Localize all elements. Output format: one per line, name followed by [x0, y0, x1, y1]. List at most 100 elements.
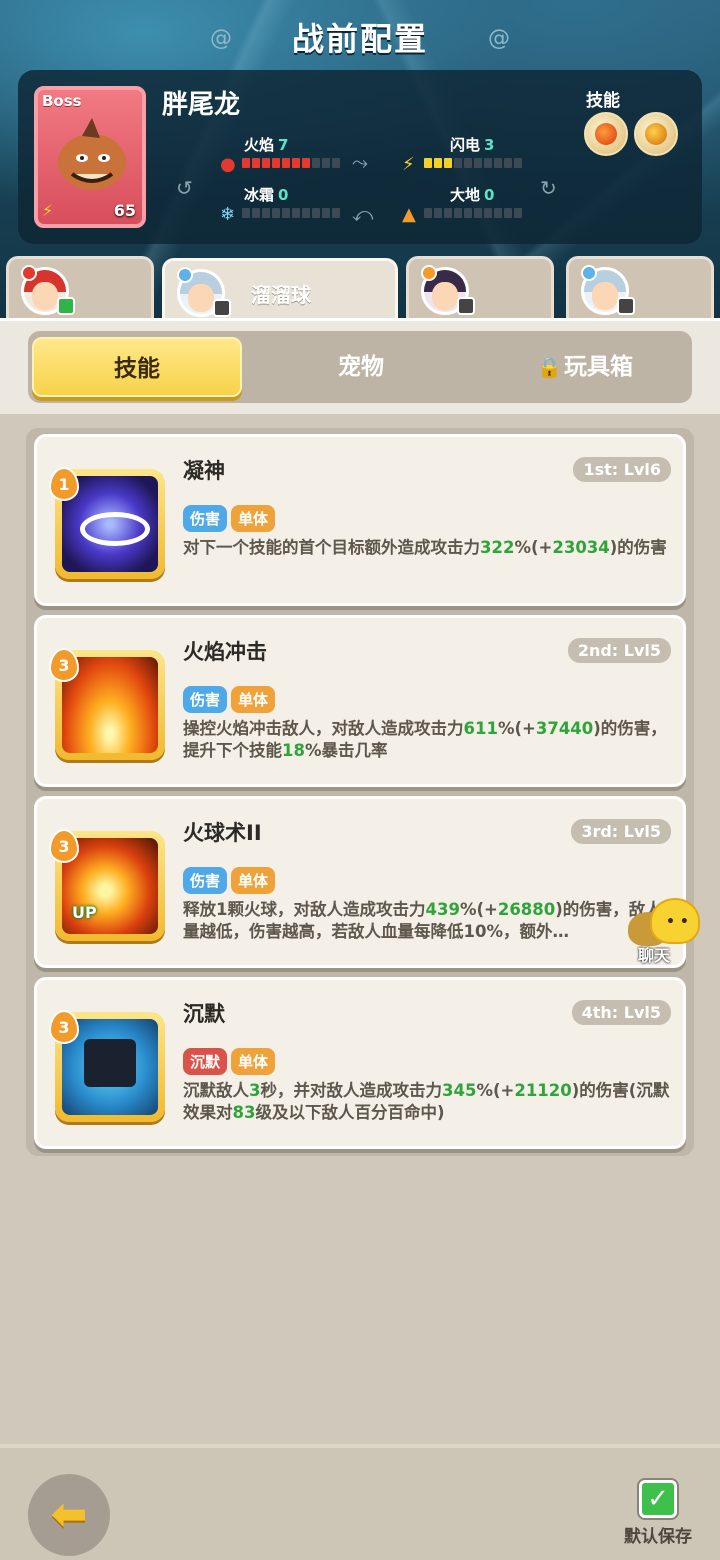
character-tab-1[interactable]	[6, 256, 154, 322]
tag-damage: 伤害	[183, 867, 228, 894]
skill-card[interactable]: 3 沉默 4th: Lvl5 沉默 单体 沉默敌人3秒，并对敌人造成攻击力345…	[34, 977, 686, 1149]
stat-fire: 火焰 7 ●	[220, 134, 350, 175]
stat-bar-segment	[292, 158, 300, 168]
fire-skill-icon[interactable]	[584, 112, 628, 156]
tag-single-target: 单体	[231, 1048, 276, 1075]
tag-damage: 伤害	[183, 686, 228, 713]
skill-order-badge: 3	[49, 1010, 79, 1044]
back-arrow-icon: ⬅	[50, 1489, 88, 1540]
boss-tag: Boss	[42, 92, 82, 110]
skill-order-badge: 3	[49, 648, 79, 682]
stat-bar-segment	[444, 158, 452, 168]
stat-bar-segment	[424, 158, 432, 168]
skills-label: 技能	[586, 91, 620, 111]
boss-portrait[interactable]: Boss ⚡ 65	[34, 86, 146, 228]
element-badge-icon	[21, 265, 37, 281]
stat-frost: 冰霜 0 ❄	[220, 184, 350, 225]
checkbox-checked-icon[interactable]: ✓	[639, 1480, 677, 1518]
boss-level: 65	[113, 201, 136, 220]
tag-single-target: 单体	[231, 505, 276, 532]
tab-pets[interactable]: 宠物	[256, 337, 466, 397]
stat-bar-segment	[444, 208, 452, 218]
tab-toybox[interactable]: 🔒玩具箱	[480, 337, 690, 397]
tab-skills[interactable]: 技能	[32, 337, 242, 397]
skill-order-badge: 3	[49, 829, 79, 863]
stat-bar-segment	[474, 158, 482, 168]
fire-icon: ●	[220, 154, 236, 175]
role-badge-icon	[57, 297, 75, 315]
skill-card[interactable]: UP 3 火球术II 3rd: Lvl5 伤害 单体 释放1颗火球，对敌人造成攻…	[34, 796, 686, 968]
skill-description: 释放1颗火球，对敌人造成攻击力439%(+26880)的伤害，敌人血量越低，伤害…	[183, 900, 679, 941]
stat-bar-segment	[242, 208, 250, 218]
mountain-icon: ▲	[402, 204, 416, 225]
skill-level: 2nd: Lvl5	[567, 638, 671, 663]
skill-description: 对下一个技能的首个目标额外造成攻击力322%(+23034)的伤害	[183, 538, 667, 557]
stat-bar	[242, 208, 350, 218]
cycle-arrow-icon: ↺	[176, 176, 193, 200]
stat-bar-segment	[464, 158, 472, 168]
character-tab-2[interactable]: 溜溜球	[162, 258, 398, 324]
skill-level: 4th: Lvl5	[571, 1000, 671, 1025]
chat-button[interactable]: • • 聊天	[628, 896, 708, 966]
default-save-label: 默认保存	[624, 1527, 692, 1547]
dragon-portrait-icon	[58, 118, 126, 190]
tag-single-target: 单体	[231, 686, 276, 713]
upgrade-tag: UP	[72, 903, 97, 922]
stat-bar-segment	[424, 208, 432, 218]
stat-bar-segment	[302, 158, 310, 168]
stat-bar-segment	[484, 208, 492, 218]
stat-bar-segment	[514, 158, 522, 168]
skill-list: 1 凝神 1st: Lvl6 伤害 单体 对下一个技能的首个目标额外造成攻击力3…	[26, 428, 694, 1156]
boss-name: 胖尾龙	[162, 90, 241, 120]
stat-bar-segment	[454, 208, 462, 218]
role-badge-icon	[457, 297, 475, 315]
stat-bar-segment	[242, 158, 250, 168]
character-name: 溜溜球	[251, 283, 311, 307]
back-button[interactable]: ⬅	[28, 1474, 110, 1556]
stat-bar-segment	[332, 158, 340, 168]
role-badge-icon	[213, 299, 231, 317]
swirl-decoration-icon: @	[488, 26, 510, 51]
stat-bar-segment	[332, 208, 340, 218]
skill-title: 火球术II	[183, 821, 262, 845]
stat-bar-segment	[292, 208, 300, 218]
stat-bar-segment	[434, 208, 442, 218]
stat-bar-segment	[262, 158, 270, 168]
skill-card[interactable]: 1 凝神 1st: Lvl6 伤害 单体 对下一个技能的首个目标额外造成攻击力3…	[34, 434, 686, 606]
stat-bar-segment	[504, 158, 512, 168]
stat-bar-segment	[262, 208, 270, 218]
flame-slash-skill-icon[interactable]	[634, 112, 678, 156]
stat-bar	[424, 208, 532, 218]
stat-bar-segment	[474, 208, 482, 218]
default-save-toggle[interactable]: ✓ 默认保存	[618, 1480, 698, 1547]
stat-bar-segment	[494, 158, 502, 168]
cycle-arrow-icon: ⤳	[352, 150, 368, 174]
fire-bolt-element-icon: ⚡	[42, 201, 54, 220]
stat-bar	[424, 158, 532, 168]
skill-title: 凝神	[183, 459, 225, 483]
skill-title: 沉默	[183, 1002, 225, 1026]
tag-damage: 伤害	[183, 505, 228, 532]
stat-bar-segment	[282, 158, 290, 168]
stat-bar-segment	[312, 158, 320, 168]
stat-bar-segment	[494, 208, 502, 218]
page-title: 战前配置	[291, 20, 428, 58]
cycle-arrow-icon: ⤺	[352, 202, 374, 226]
cycle-arrow-icon: ↻	[540, 176, 557, 200]
stat-bar-segment	[484, 158, 492, 168]
skill-level: 1st: Lvl6	[573, 457, 671, 482]
character-tab-4[interactable]	[566, 256, 714, 322]
element-badge-icon	[581, 265, 597, 281]
stat-bar-segment	[464, 208, 472, 218]
stat-bar-segment	[322, 208, 330, 218]
character-tab-3[interactable]	[406, 256, 554, 322]
stat-bar-segment	[252, 158, 260, 168]
skill-card[interactable]: 3 火焰冲击 2nd: Lvl5 伤害 单体 操控火焰冲击敌人，对敌人造成攻击力…	[34, 615, 686, 787]
lightning-icon: ⚡	[402, 154, 415, 175]
stat-bar-segment	[434, 158, 442, 168]
skill-order-badge: 1	[49, 467, 79, 501]
tag-silence: 沉默	[183, 1048, 228, 1075]
boss-info-panel: Boss ⚡ 65 胖尾龙 技能 火焰 7 ● 闪电 3 ⚡ 冰霜 0 ❄ 大地…	[18, 70, 702, 244]
smile-icon: • •	[666, 914, 689, 930]
stat-bar-segment	[514, 208, 522, 218]
